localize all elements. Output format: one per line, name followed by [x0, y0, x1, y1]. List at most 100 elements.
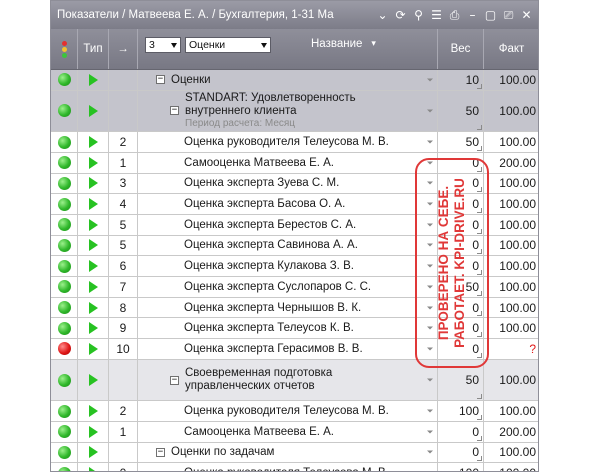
fact-cell[interactable]: 100.00 — [484, 443, 538, 463]
type-cell[interactable] — [78, 152, 109, 173]
fact-cell[interactable]: 200.00 — [484, 422, 538, 442]
table-row[interactable]: 2 Оценка руководителя Телеусова М. В. 100 1… — [51, 401, 538, 422]
weight-cell[interactable]: 50 — [438, 132, 484, 152]
weight-cell[interactable]: 100 — [438, 401, 484, 421]
name-cell[interactable]: Оценка эксперта Герасимов В. В. — [138, 339, 438, 359]
type-cell[interactable] — [78, 256, 109, 276]
weight-column-header[interactable]: Вес — [438, 29, 484, 69]
weight-cell[interactable]: 0 — [438, 421, 484, 442]
minimize-icon[interactable]: – — [465, 7, 480, 23]
fact-cell[interactable]: ? — [484, 339, 538, 359]
chevron-down-icon[interactable] — [427, 109, 433, 113]
type-cell[interactable] — [78, 90, 109, 132]
play-icon[interactable] — [88, 198, 98, 211]
type-cell[interactable] — [78, 297, 109, 318]
fact-cell[interactable]: 100.00 — [484, 194, 538, 214]
fact-cell[interactable]: 100.00 — [484, 298, 538, 318]
status-column-header[interactable] — [51, 29, 78, 69]
name-cell[interactable]: Оценка руководителя Телеусова М. В. — [138, 463, 438, 471]
fact-cell[interactable]: 100.00 — [484, 174, 538, 194]
type-cell[interactable] — [78, 132, 109, 152]
name-cell[interactable]: Самооценка Матвеева Е. А. — [138, 421, 438, 442]
collapse-toggle-icon[interactable]: − — [156, 447, 165, 457]
collapse-toggle-icon[interactable]: − — [156, 75, 165, 85]
weight-cell[interactable]: 50 — [438, 90, 484, 132]
type-cell[interactable] — [78, 70, 109, 90]
name-cell[interactable]: Оценка эксперта Зуева С. М. — [138, 173, 438, 194]
type-column-header[interactable]: Тип — [78, 29, 109, 69]
fact-column-header[interactable]: Факт — [484, 29, 538, 69]
type-cell[interactable] — [78, 442, 109, 463]
weight-cell[interactable]: 10 — [438, 70, 484, 90]
dropdown-arrow-icon[interactable]: ⌄ — [375, 7, 390, 23]
name-header-label[interactable]: Название — [311, 38, 362, 50]
table-row[interactable]: − Оценки по задачам 0 100.00 — [51, 442, 538, 464]
fact-cell[interactable]: 100.00 — [484, 256, 538, 276]
level-select[interactable]: 3 — [145, 37, 181, 53]
name-cell[interactable]: Оценка руководителя Телеусова М. В. — [138, 132, 438, 152]
play-icon[interactable] — [88, 239, 98, 252]
play-icon[interactable] — [88, 136, 98, 149]
play-icon[interactable] — [88, 342, 98, 355]
name-cell[interactable]: Оценка эксперта Басова О. А. — [138, 194, 438, 214]
chevron-down-icon[interactable] — [427, 378, 433, 382]
collapse-toggle-icon[interactable]: − — [170, 375, 179, 385]
fact-cell[interactable]: 100.00 — [484, 215, 538, 235]
play-icon[interactable] — [88, 156, 98, 169]
collapse-toggle-icon[interactable]: − — [170, 106, 179, 116]
play-icon[interactable] — [88, 322, 98, 335]
type-cell[interactable] — [78, 235, 109, 256]
table-row[interactable]: 0 Оценка руководителя Телеусова М. В. 100 1… — [51, 463, 538, 471]
play-icon[interactable] — [88, 260, 98, 273]
print-icon[interactable]: ⎚ — [501, 7, 516, 23]
play-icon[interactable] — [88, 446, 98, 459]
fact-cell[interactable]: 100.00 — [484, 236, 538, 256]
table-row[interactable]: 1 Самооценка Матвеева Е. А. 0 200.00 — [51, 421, 538, 443]
fact-cell[interactable]: 100.00 — [484, 401, 538, 421]
table-row[interactable]: − Оценки 10 100.00 — [51, 70, 538, 91]
name-cell[interactable]: Оценка эксперта Телеусов К. В. — [138, 318, 438, 339]
play-icon[interactable] — [88, 104, 98, 117]
type-cell[interactable] — [78, 194, 109, 214]
name-cell[interactable]: Самооценка Матвеева Е. А. — [138, 152, 438, 173]
play-icon[interactable] — [88, 177, 98, 190]
type-cell[interactable] — [78, 277, 109, 297]
type-cell[interactable] — [78, 421, 109, 442]
fact-cell[interactable]: 100.00 — [484, 463, 538, 471]
order-column-header[interactable]: → — [109, 29, 138, 69]
filter-select[interactable]: Оценки — [185, 37, 271, 53]
chevron-down-icon[interactable] — [427, 140, 433, 144]
fact-cell[interactable]: 100.00 — [484, 70, 538, 90]
name-cell[interactable]: Оценка эксперта Чернышов В. К. — [138, 297, 438, 318]
fact-cell[interactable]: 100.00 — [484, 91, 538, 132]
play-icon[interactable] — [88, 374, 98, 386]
fact-cell[interactable]: 100.00 — [484, 132, 538, 152]
name-cell[interactable]: − Своевременная подготовка управленческих… — [138, 359, 438, 401]
weight-cell[interactable]: 0 — [438, 442, 484, 463]
chevron-down-icon[interactable] — [427, 430, 433, 434]
name-cell[interactable]: − Оценки по задачам — [138, 442, 438, 463]
chevron-down-icon[interactable] — [427, 78, 433, 82]
type-cell[interactable] — [78, 463, 109, 471]
fact-cell[interactable]: 100.00 — [484, 360, 538, 401]
table-row[interactable]: 2 Оценка руководителя Телеусова М. В. 50 10… — [51, 132, 538, 153]
name-cell[interactable]: Оценка эксперта Савинова А. А. — [138, 235, 438, 256]
name-cell[interactable]: Оценка эксперта Суслопаров С. С. — [138, 277, 438, 297]
chevron-down-icon[interactable] — [427, 409, 433, 413]
type-cell[interactable] — [78, 339, 109, 359]
name-cell[interactable]: Оценка руководителя Телеусова М. В. — [138, 401, 438, 421]
name-cell[interactable]: Оценка эксперта Берестов С. А. — [138, 214, 438, 235]
close-icon[interactable]: ✕ — [519, 7, 534, 23]
play-icon[interactable] — [88, 280, 98, 293]
name-cell[interactable]: − Оценки — [138, 70, 438, 90]
restore-icon[interactable]: ▢ — [483, 7, 498, 23]
chevron-down-icon[interactable]: ▾ — [371, 38, 376, 49]
play-icon[interactable] — [88, 467, 98, 471]
play-icon[interactable] — [88, 405, 98, 418]
play-icon[interactable] — [88, 73, 98, 86]
fact-cell[interactable]: 100.00 — [484, 277, 538, 297]
csv-export-icon[interactable]: ⎙ — [447, 7, 462, 23]
play-icon[interactable] — [88, 425, 98, 438]
type-cell[interactable] — [78, 401, 109, 421]
name-cell[interactable]: Оценка эксперта Кулакова З. В. — [138, 256, 438, 276]
